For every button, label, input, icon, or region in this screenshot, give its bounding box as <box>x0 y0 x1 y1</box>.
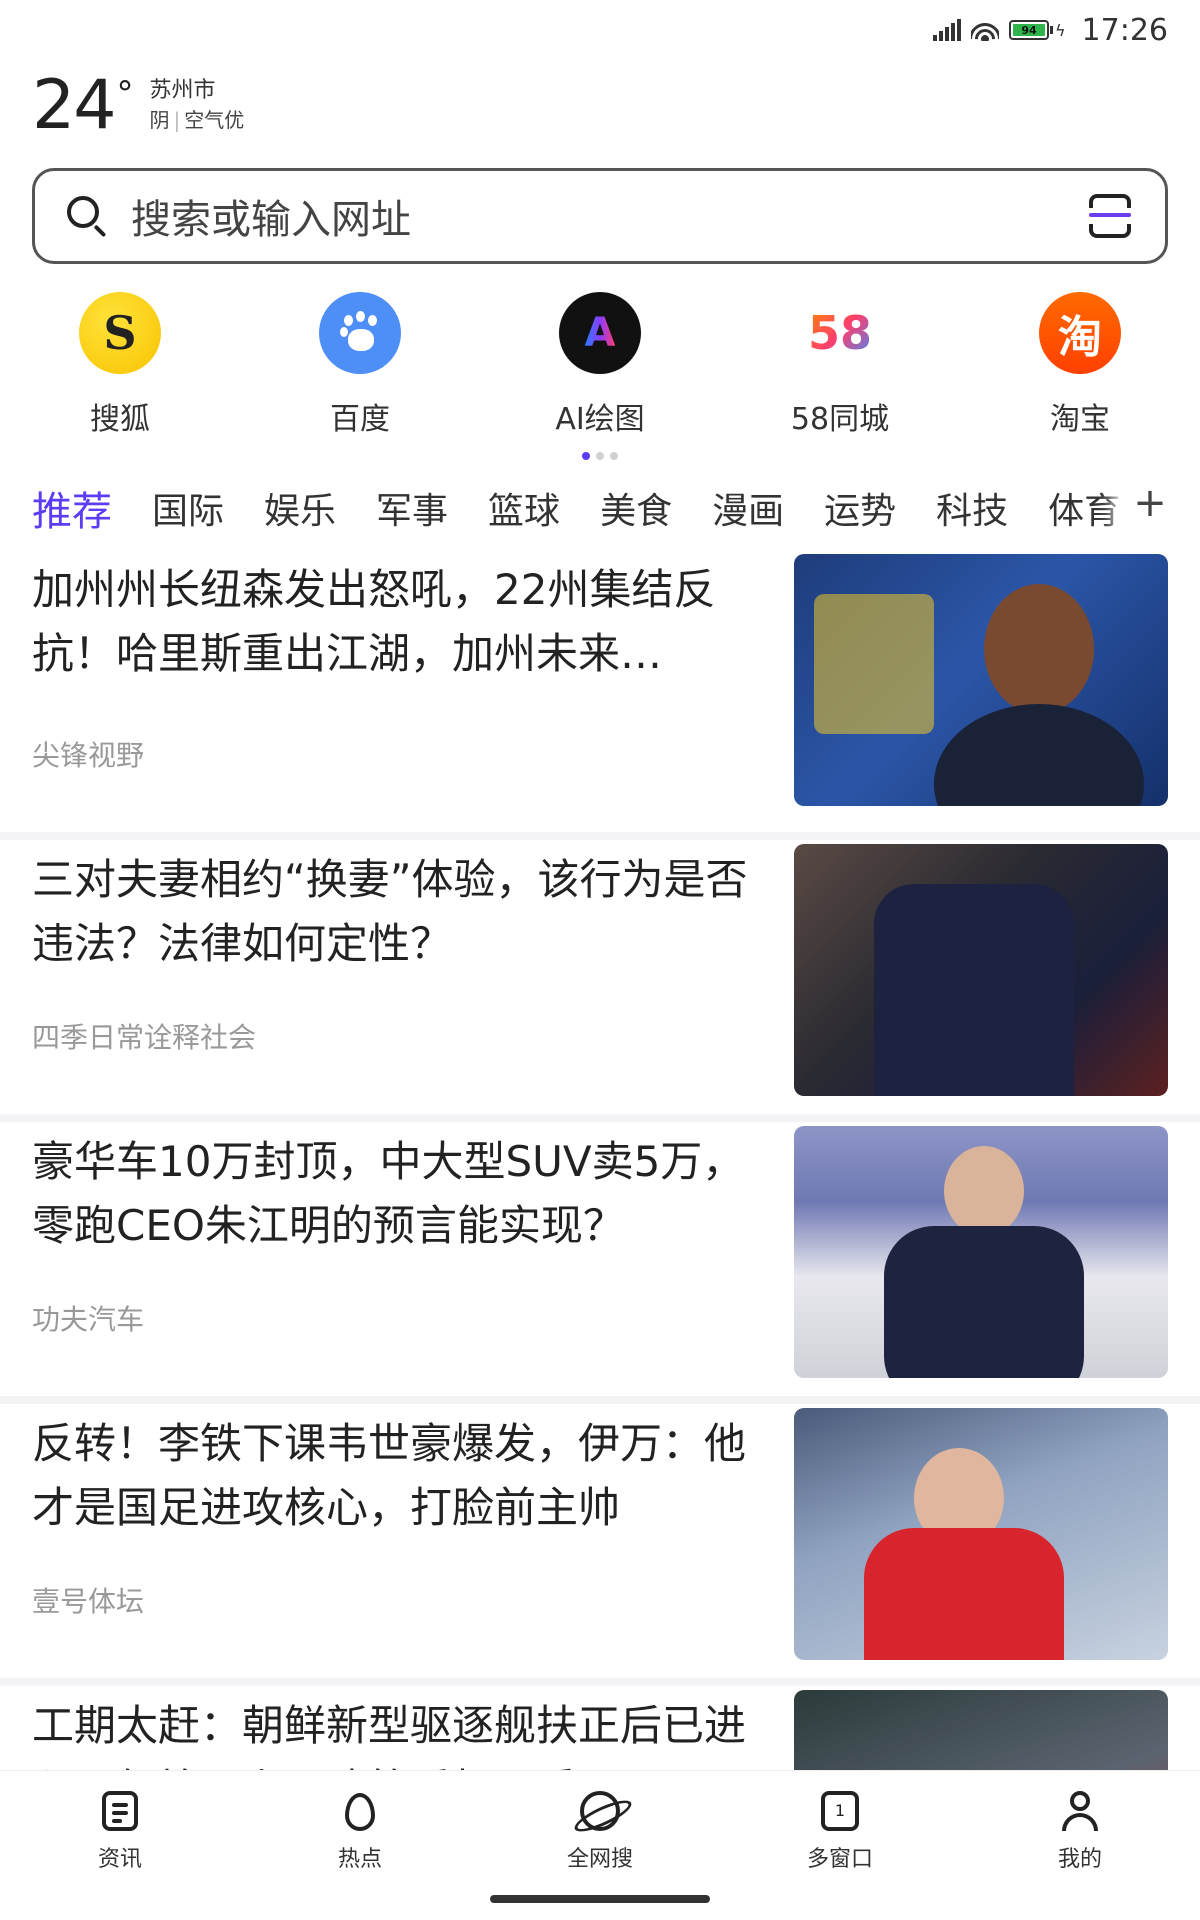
sohu-icon: S <box>79 292 161 374</box>
search-icon <box>65 194 109 238</box>
nav-search-all[interactable]: 全网搜 <box>520 1789 680 1873</box>
nav-profile[interactable]: 我的 <box>1000 1789 1160 1873</box>
charging-icon: ϟ <box>1054 20 1066 40</box>
news-thumbnail <box>794 844 1168 1096</box>
weather-info: 苏州市 阴 | 空气优 <box>150 76 245 134</box>
scan-icon[interactable] <box>1089 194 1131 238</box>
status-icons: 94 ϟ 17:26 <box>932 10 1168 50</box>
shortcut-grid: S 搜狐 百度 A AI绘图 58 58同城 淘 淘宝 <box>0 292 1200 442</box>
temperature: 24 <box>32 66 117 145</box>
tab-fortune[interactable]: 运势 <box>824 482 896 534</box>
degree-symbol: ° <box>116 74 134 114</box>
user-icon <box>1058 1789 1102 1833</box>
nav-hot[interactable]: 热点 <box>280 1789 440 1873</box>
shortcut-ai-draw[interactable]: A AI绘图 <box>510 292 690 442</box>
clock: 17:26 <box>1081 12 1168 48</box>
nav-label: 多窗口 <box>806 1847 873 1872</box>
page-indicator <box>0 452 1200 460</box>
news-thumbnail <box>794 554 1168 806</box>
shortcut-taobao[interactable]: 淘 淘宝 <box>990 292 1170 442</box>
add-tab-button[interactable]: + <box>1130 474 1170 534</box>
category-tabs: 推荐 国际 娱乐 军事 篮球 美食 漫画 运势 科技 体育 <box>0 474 1200 542</box>
shortcut-sohu[interactable]: S 搜狐 <box>30 292 210 442</box>
news-thumbnail <box>794 1408 1168 1660</box>
city-name: 苏州市 <box>149 78 216 103</box>
news-card[interactable]: 豪华车10万封顶，中大型SUV卖5万，零跑CEO朱江明的预言能实现？ 功夫汽车 <box>0 1114 1200 1396</box>
bottom-nav: 资讯 热点 全网搜 1 多窗口 我的 <box>0 1770 1200 1920</box>
air-quality: 空气优 <box>184 108 245 132</box>
news-source: 壹号体坛 <box>32 1585 145 1618</box>
shortcut-58[interactable]: 58 58同城 <box>750 292 930 442</box>
wifi-icon <box>970 19 999 41</box>
shortcut-label: 搜狐 <box>90 402 150 437</box>
flame-icon <box>338 1789 382 1833</box>
nav-windows[interactable]: 1 多窗口 <box>760 1789 920 1873</box>
news-feed: 加州州长纽森发出怒吼，22州集结反抗！哈里斯重出江湖，加州未来是“脱… 尖锋视野… <box>0 550 1200 1920</box>
nav-news[interactable]: 资讯 <box>40 1789 200 1873</box>
news-card[interactable]: 反转！李铁下课韦世豪爆发，伊万：他才是国足进攻核心，打脸前主帅 壹号体坛 <box>0 1396 1200 1678</box>
news-title: 反转！李铁下课韦世豪爆发，伊万：他才是国足进攻核心，打脸前主帅 <box>32 1419 747 1532</box>
home-indicator[interactable] <box>490 1895 710 1903</box>
news-source: 功夫汽车 <box>32 1303 145 1336</box>
signal-icon <box>932 19 961 41</box>
tab-tech[interactable]: 科技 <box>936 482 1008 534</box>
tab-international[interactable]: 国际 <box>152 482 224 534</box>
news-title: 加州州长纽森发出怒吼，22州集结反抗！哈里斯重出江湖，加州未来是“脱… <box>32 565 716 678</box>
news-source: 尖锋视野 <box>32 739 145 772</box>
news-source: 四季日常诠释社会 <box>32 1021 257 1054</box>
battery-icon: 94 ϟ <box>1008 19 1066 41</box>
baidu-icon <box>319 292 401 374</box>
shortcut-label: 百度 <box>330 402 390 437</box>
window-count: 1 <box>821 1791 859 1831</box>
tab-entertainment[interactable]: 娱乐 <box>264 482 336 534</box>
nav-label: 全网搜 <box>566 1847 633 1872</box>
nav-label: 资讯 <box>97 1847 142 1872</box>
news-card[interactable]: 加州州长纽森发出怒吼，22州集结反抗！哈里斯重出江湖，加州未来是“脱… 尖锋视野 <box>0 550 1200 832</box>
tab-food[interactable]: 美食 <box>600 482 672 534</box>
search-bar[interactable]: 搜索或输入网址 <box>32 168 1168 264</box>
tab-sports[interactable]: 体育 <box>1048 482 1120 534</box>
condition-text: 阴 <box>149 108 170 132</box>
nav-label: 热点 <box>337 1847 382 1872</box>
tab-recommend[interactable]: 推荐 <box>32 479 112 537</box>
windows-icon: 1 <box>818 1789 862 1833</box>
news-icon <box>98 1789 142 1833</box>
58-icon: 58 <box>799 292 881 374</box>
battery-level: 94 <box>1012 24 1045 37</box>
tab-basketball[interactable]: 篮球 <box>488 482 560 534</box>
tab-comics[interactable]: 漫画 <box>712 482 784 534</box>
shortcut-label: AI绘图 <box>555 402 645 437</box>
news-title: 豪华车10万封顶，中大型SUV卖5万，零跑CEO朱江明的预言能实现？ <box>32 1137 745 1250</box>
nav-label: 我的 <box>1057 1847 1102 1872</box>
shortcut-baidu[interactable]: 百度 <box>270 292 450 442</box>
weather-widget[interactable]: 24 ° 苏州市 阴 | 空气优 <box>32 68 244 148</box>
taobao-icon: 淘 <box>1039 292 1121 374</box>
shortcut-label: 58同城 <box>790 402 890 437</box>
news-thumbnail <box>794 1126 1168 1378</box>
weather-condition: 阴 | 空气优 <box>149 108 245 132</box>
news-card[interactable]: 三对夫妻相约“换妻”体验，该行为是否违法？法律如何定性？ 四季日常诠释社会 <box>0 832 1200 1114</box>
ai-draw-icon: A <box>559 292 641 374</box>
planet-icon <box>578 1789 622 1833</box>
search-input[interactable]: 搜索或输入网址 <box>131 187 1089 245</box>
status-bar: 94 ϟ 17:26 <box>0 0 1200 60</box>
news-title: 三对夫妻相约“换妻”体验，该行为是否违法？法律如何定性？ <box>32 855 748 968</box>
tab-military[interactable]: 军事 <box>376 482 448 534</box>
shortcut-label: 淘宝 <box>1050 402 1110 437</box>
